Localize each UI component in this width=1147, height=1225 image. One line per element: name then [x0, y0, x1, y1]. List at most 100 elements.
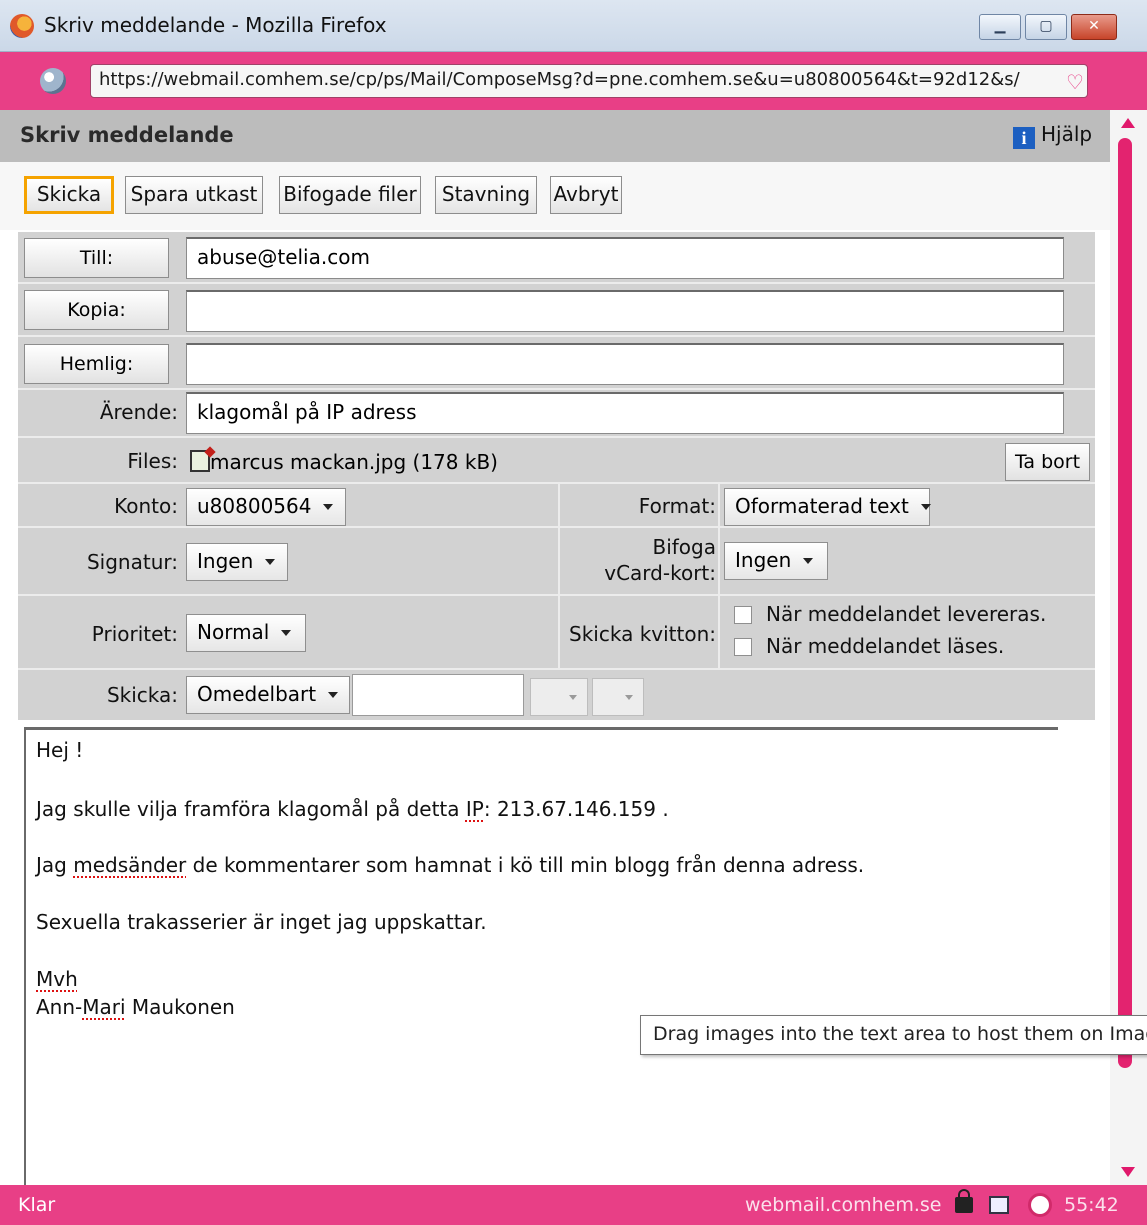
chevron-down-icon [281, 630, 292, 636]
message-line-2-a: Jag [36, 853, 74, 877]
globe-icon[interactable] [40, 68, 66, 94]
minimize-button[interactable]: ▁ [979, 14, 1021, 40]
divider [718, 528, 720, 594]
message-signoff-text: Mvh [36, 967, 78, 991]
send-date-field[interactable] [352, 674, 524, 716]
spelling-button[interactable]: Stavning [435, 176, 537, 214]
message-line-2-c: de kommentarer som hamnat i kö till min … [186, 853, 865, 877]
signature-select[interactable]: Ingen [186, 543, 288, 581]
files-label: Files: [127, 449, 178, 473]
send-button[interactable]: Skicka [24, 176, 114, 214]
compose-toolbar: Skicka Spara utkast Bifogade filer Stavn… [0, 162, 1110, 230]
save-draft-button[interactable]: Spara utkast [125, 176, 263, 214]
remove-file-button[interactable]: Ta bort [1005, 443, 1090, 481]
message-line-1-a: Jag skulle vilja framföra klagomål på de… [36, 797, 466, 821]
message-greeting: Hej ! [36, 738, 84, 762]
subject-label: Ärende: [99, 400, 178, 424]
message-line-2-b: medsänder [73, 853, 187, 877]
divider [558, 484, 560, 526]
account-select[interactable]: u80800564 [186, 488, 346, 526]
message-name-b: Mari [82, 995, 126, 1019]
format-select[interactable]: Oformaterad text [724, 488, 931, 526]
divider [558, 528, 560, 594]
signature-value: Ingen [197, 549, 254, 573]
message-name-a: Ann- [36, 995, 83, 1019]
divider [718, 484, 720, 526]
tooltip: Drag images into the text area to host t… [640, 1015, 1147, 1055]
attachments-button[interactable]: Bifogade filer [279, 176, 421, 214]
chevron-down-icon [625, 695, 633, 700]
message-line-1-b: IP [465, 797, 484, 821]
info-icon: i [1013, 127, 1035, 149]
status-domain: webmail.comhem.se [745, 1194, 942, 1216]
bcc-button[interactable]: Hemlig: [24, 344, 169, 384]
divider [718, 596, 720, 668]
format-value: Oformaterad text [735, 494, 909, 518]
message-body[interactable]: Hej ! Jag skulle vilja framföra klagomål… [24, 727, 1058, 1185]
message-line-3: Sexuella trakasserier är inget jag uppsk… [36, 910, 487, 934]
subject-row: Ärende: klagomål på IP adress [18, 390, 1095, 438]
attached-file-name: marcus mackan.jpg (178 kB) [210, 450, 498, 474]
send-hour-select[interactable] [530, 678, 588, 716]
maximize-button[interactable]: ▢ [1025, 14, 1067, 40]
help-label: Hjälp [1041, 122, 1093, 146]
cancel-button[interactable]: Avbryt [550, 176, 622, 214]
signature-vcard-row: Signatur: Ingen Bifoga vCard-kort: Ingen [18, 528, 1095, 596]
to-row: Till: abuse@telia.com [18, 232, 1095, 284]
scroll-up-icon[interactable] [1121, 118, 1135, 128]
receipt-delivered-checkbox[interactable] [734, 606, 752, 624]
to-button[interactable]: Till: [24, 238, 169, 278]
account-format-row: Konto: u80800564 Format: Oformaterad tex… [18, 484, 1095, 528]
bookmark-heart-icon[interactable]: ♡ [1066, 70, 1084, 94]
attached-file[interactable]: marcus mackan.jpg (178 kB) [190, 450, 498, 474]
message-line-2: Jag medsänder de kommentarer som hamnat … [36, 853, 864, 877]
message-line-1: Jag skulle vilja framföra klagomål på de… [36, 797, 669, 821]
scroll-thumb[interactable] [1118, 138, 1132, 1068]
address-bar-area: https://webmail.comhem.se/cp/ps/Mail/Com… [0, 52, 1147, 110]
compose-form: Till: abuse@telia.com Kopia: Hemlig: Äre… [18, 232, 1095, 720]
receipt-read-checkbox[interactable] [734, 638, 752, 656]
send-schedule-select[interactable]: Omedelbart [186, 676, 350, 714]
message-name-c: Maukonen [125, 995, 235, 1019]
chevron-down-icon [265, 559, 276, 565]
status-text: Klar [18, 1194, 56, 1216]
window-title: Skriv meddelande - Mozilla Firefox [44, 13, 387, 37]
receipt-label: Skicka kvitton: [569, 622, 716, 646]
vcard-label: Bifoga vCard-kort: [578, 534, 716, 586]
vcard-label-line2: vCard-kort: [604, 561, 716, 585]
priority-label: Prioritet: [91, 622, 178, 646]
chevron-down-icon [920, 504, 931, 510]
vcard-label-line1: Bifoga [652, 535, 716, 559]
message-sender-name: Ann-Mari Maukonen [36, 995, 235, 1019]
subject-field[interactable]: klagomål på IP adress [186, 392, 1064, 434]
priority-receipt-row: Prioritet: Normal Skicka kvitton: När me… [18, 596, 1095, 670]
cc-button[interactable]: Kopia: [24, 290, 169, 330]
firefox-icon [10, 14, 34, 38]
bcc-field[interactable] [186, 343, 1064, 385]
message-signoff: Mvh [36, 967, 78, 991]
to-field[interactable]: abuse@telia.com [186, 237, 1064, 279]
help-link[interactable]: i Hjälp [1013, 122, 1092, 149]
chevron-down-icon [803, 558, 814, 564]
receipt-delivered-label: När meddelandet levereras. [766, 602, 1047, 626]
divider [558, 596, 560, 668]
priority-select[interactable]: Normal [186, 614, 306, 652]
chevron-down-icon [569, 695, 577, 700]
url-field[interactable]: https://webmail.comhem.se/cp/ps/Mail/Com… [90, 64, 1088, 98]
cc-row: Kopia: [18, 284, 1095, 337]
account-value: u80800564 [197, 494, 312, 518]
send-schedule-row: Skicka: Omedelbart [18, 670, 1095, 720]
files-row: Files: marcus mackan.jpg (178 kB) Ta bor… [18, 438, 1095, 484]
vcard-select[interactable]: Ingen [724, 542, 828, 580]
edit-icon[interactable] [989, 1196, 1009, 1214]
send-schedule-label: Skicka: [106, 683, 178, 707]
clock-icon[interactable] [1028, 1193, 1052, 1217]
lock-icon[interactable] [955, 1189, 973, 1213]
vcard-value: Ingen [735, 548, 792, 572]
format-label: Format: [638, 494, 716, 518]
scroll-down-icon[interactable] [1121, 1167, 1135, 1177]
cc-field[interactable] [186, 290, 1064, 332]
close-button[interactable]: ✕ [1071, 14, 1117, 40]
send-minute-select[interactable] [592, 678, 644, 716]
message-line-1-c: : 213.67.146.159 . [483, 797, 669, 821]
